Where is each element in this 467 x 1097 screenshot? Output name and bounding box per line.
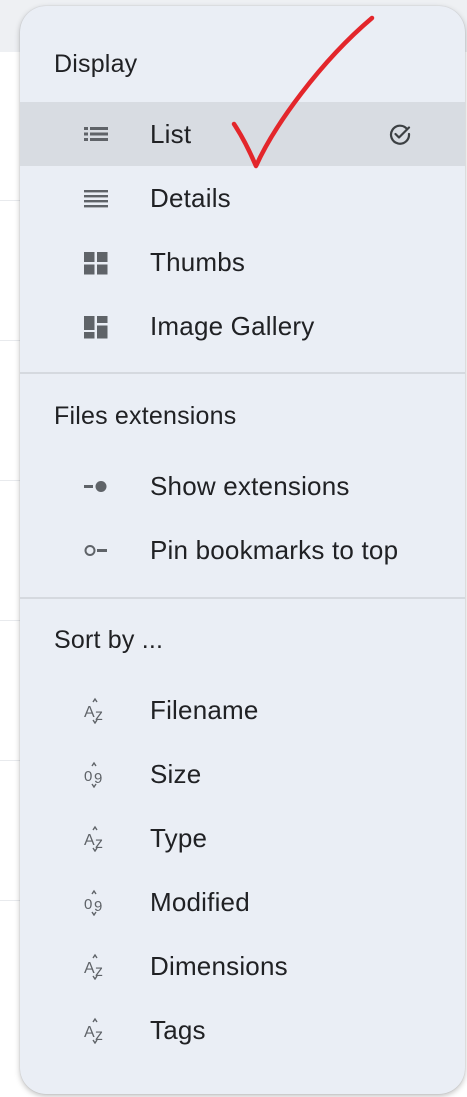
sort-by-section-title: Sort by ... xyxy=(54,626,164,654)
menu-item-label: Image Gallery xyxy=(150,311,315,341)
menu-item-label: Thumbs xyxy=(150,247,246,277)
sort-alpha-icon: A z xyxy=(84,952,108,980)
list-view-icon xyxy=(84,120,108,148)
image-gallery-view-icon xyxy=(84,312,108,340)
menu-item-sort-filename[interactable]: A z Filename xyxy=(20,678,465,742)
menu-item-label: Pin bookmarks to top xyxy=(150,535,399,565)
details-view-icon xyxy=(84,184,108,212)
menu-item-details[interactable]: Details xyxy=(20,166,465,230)
selected-check-icon xyxy=(388,122,412,146)
menu-item-label: Show extensions xyxy=(150,471,350,501)
menu-item-label: Dimensions xyxy=(150,951,288,981)
background-divider xyxy=(0,340,22,341)
svg-text:A: A xyxy=(84,832,95,849)
svg-text:A: A xyxy=(84,960,95,977)
sort-alpha-icon: A z xyxy=(84,824,108,852)
section-divider xyxy=(20,372,465,374)
sort-numeric-icon: 0 9 xyxy=(84,760,108,788)
menu-item-thumbs[interactable]: Thumbs xyxy=(20,230,465,294)
menu-item-pin-bookmarks[interactable]: Pin bookmarks to top xyxy=(20,518,465,582)
background-divider xyxy=(0,200,22,201)
menu-item-label: Filename xyxy=(150,695,259,725)
sort-numeric-icon: 0 9 xyxy=(84,888,108,916)
thumbs-view-icon xyxy=(84,248,108,276)
menu-item-label: Tags xyxy=(150,1015,206,1045)
menu-item-sort-size[interactable]: 0 9 Size xyxy=(20,742,465,806)
toggle-off-icon xyxy=(84,536,108,564)
section-divider xyxy=(20,597,465,599)
toggle-on-icon xyxy=(84,472,108,500)
sort-alpha-icon: A z xyxy=(84,1016,108,1044)
menu-item-label: Modified xyxy=(150,887,250,917)
menu-item-sort-tags[interactable]: A z Tags xyxy=(20,998,465,1062)
view-options-menu: Display List Details Thumbs Image Galler… xyxy=(20,6,465,1094)
menu-item-sort-dimensions[interactable]: A z Dimensions xyxy=(20,934,465,998)
menu-item-sort-modified[interactable]: 0 9 Modified xyxy=(20,870,465,934)
menu-item-label: List xyxy=(150,119,192,149)
svg-text:0: 0 xyxy=(84,896,92,913)
svg-text:A: A xyxy=(84,704,95,721)
menu-item-label: Size xyxy=(150,759,202,789)
menu-item-label: Details xyxy=(150,183,231,213)
files-extensions-section-title: Files extensions xyxy=(54,402,237,430)
display-section-title: Display xyxy=(54,50,138,78)
background-divider xyxy=(0,620,22,621)
menu-item-image-gallery[interactable]: Image Gallery xyxy=(20,294,465,358)
sort-alpha-icon: A z xyxy=(84,696,108,724)
menu-item-label: Type xyxy=(150,823,208,853)
menu-item-sort-type[interactable]: A z Type xyxy=(20,806,465,870)
background-divider xyxy=(0,760,22,761)
background-divider xyxy=(0,900,22,901)
menu-item-show-extensions[interactable]: Show extensions xyxy=(20,454,465,518)
svg-text:A: A xyxy=(84,1024,95,1041)
menu-item-list[interactable]: List xyxy=(20,102,465,166)
svg-text:0: 0 xyxy=(84,768,92,785)
background-divider xyxy=(0,480,22,481)
